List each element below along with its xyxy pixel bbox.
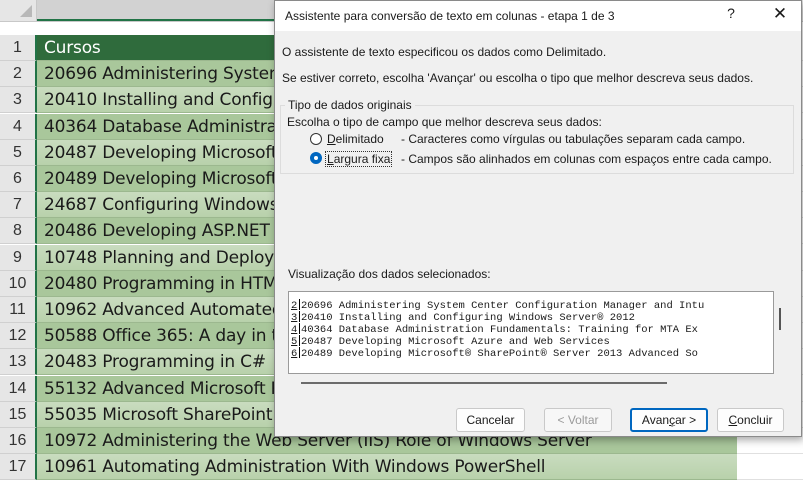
- preview-line: 4 40364 Database Administration Fundament…: [291, 323, 698, 336]
- next-button[interactable]: Avançar >: [630, 408, 708, 432]
- next-label-pre: Avan: [641, 413, 670, 427]
- preview-label: Visualização dos dados selecionados:: [288, 267, 491, 281]
- column-break-line: [299, 311, 300, 322]
- row-header[interactable]: 4: [0, 113, 37, 140]
- select-all-triangle-icon: [20, 5, 32, 17]
- row-header[interactable]: 1: [0, 35, 37, 61]
- label-post: elimitado: [335, 132, 384, 146]
- column-break-line: [299, 347, 300, 358]
- radio-fixed-width-description: - Campos são alinhados em colunas com es…: [401, 152, 772, 166]
- row-header[interactable]: 12: [0, 323, 37, 350]
- intro-text-1: O assistente de texto especificou os dad…: [282, 45, 607, 59]
- row-header[interactable]: 3: [0, 87, 37, 114]
- row-header[interactable]: 2: [0, 61, 37, 88]
- close-icon[interactable]: ✕: [769, 4, 791, 24]
- empty-cell[interactable]: [737, 454, 803, 481]
- groupbox-label: Tipo de dados originais: [285, 98, 415, 112]
- row-header[interactable]: 6: [0, 166, 37, 192]
- preview-line: 5 20487 Developing Microsoft Azure and We…: [291, 335, 610, 348]
- row-header[interactable]: 10: [0, 270, 37, 297]
- course-cell[interactable]: 10961 Automating Administration With Win…: [37, 454, 737, 481]
- back-button[interactable]: < Voltar: [544, 408, 612, 432]
- row-header[interactable]: 9: [0, 244, 37, 271]
- accelerator-key: C: [728, 413, 738, 427]
- cancel-button[interactable]: Cancelar: [456, 408, 525, 432]
- dialog-titlebar: Assistente para conversão de texto em co…: [275, 1, 801, 31]
- preview-line-text: 20489 Developing Microsoft® SharePoint® …: [301, 348, 698, 360]
- vertical-scroll-thumb[interactable]: [779, 308, 781, 330]
- preview-horizontal-scroll-thumb[interactable]: [301, 382, 667, 384]
- preview-line: 2 20696 Administering System Center Confi…: [291, 299, 704, 312]
- radio-delimited-label[interactable]: Delimitado: [327, 132, 384, 146]
- preview-vertical-scrollbar[interactable]: [774, 291, 788, 361]
- preview-line-number: 6: [291, 348, 298, 360]
- row-header[interactable]: 7: [0, 192, 37, 219]
- accelerator-key: L: [327, 152, 334, 166]
- preview-line: 3 20410 Installing and Configuring Window…: [291, 311, 635, 324]
- row-header[interactable]: 16: [0, 428, 37, 454]
- finish-label-post: oncluir: [737, 413, 773, 427]
- text-to-columns-dialog: Assistente para conversão de texto em co…: [274, 0, 802, 437]
- radio-fixed-width-label[interactable]: Largura fixa: [325, 151, 393, 167]
- help-icon[interactable]: ?: [721, 5, 741, 21]
- data-preview-box[interactable]: 2 20696 Administering System Center Confi…: [288, 291, 774, 374]
- row-header[interactable]: 14: [0, 375, 37, 402]
- next-label-post: ar >: [675, 413, 697, 427]
- column-break-line: [299, 335, 300, 346]
- row-header[interactable]: 15: [0, 401, 37, 428]
- label-post: argura fixa: [333, 152, 391, 166]
- accelerator-key: D: [327, 132, 336, 146]
- row-header[interactable]: 8: [0, 218, 37, 245]
- intro-text-2: Se estiver correto, escolha 'Avançar' ou…: [282, 71, 754, 85]
- radio-delimited-description: - Caracteres como vírgulas ou tabulações…: [401, 132, 746, 146]
- preview-line: 6 20489 Developing Microsoft® SharePoint®…: [291, 347, 698, 360]
- radio-fixed-width-circle[interactable]: [310, 152, 322, 164]
- radio-delimited-circle[interactable]: [310, 133, 322, 145]
- row-header[interactable]: 13: [0, 349, 37, 376]
- row-header[interactable]: 11: [0, 297, 37, 323]
- column-break-line: [299, 323, 300, 334]
- row-header[interactable]: 5: [0, 139, 37, 166]
- select-all-corner[interactable]: [0, 0, 37, 22]
- row-header[interactable]: 17: [0, 454, 37, 481]
- groupbox-prompt: Escolha o tipo de campo que melhor descr…: [287, 115, 602, 129]
- column-break-line: [299, 299, 300, 310]
- dialog-title: Assistente para conversão de texto em co…: [285, 9, 615, 23]
- finish-button[interactable]: Concluir: [717, 408, 784, 432]
